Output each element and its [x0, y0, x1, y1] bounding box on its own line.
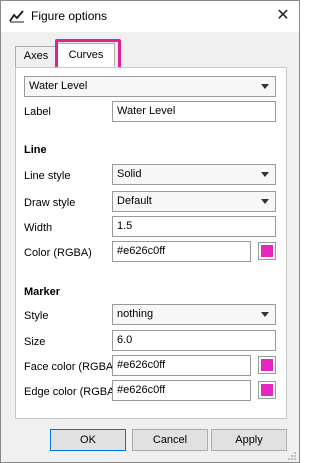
line-color-input[interactable]: #e626c0ff [112, 241, 251, 262]
resize-grip-icon[interactable] [287, 451, 297, 461]
curve-selector[interactable]: Water Level [24, 76, 276, 97]
figure-options-dialog: Figure options ✕ Axes Curves Water Level… [0, 0, 300, 463]
curve-selector-value: Water Level [29, 80, 88, 92]
line-style-select[interactable]: Solid [112, 164, 276, 185]
chevron-down-icon [261, 84, 269, 89]
draw-style-label: Draw style [24, 197, 76, 209]
line-color-swatch-button[interactable] [258, 242, 276, 260]
label-input[interactable]: Water Level [112, 101, 276, 122]
close-button[interactable]: ✕ [271, 4, 295, 28]
curves-panel: Water Level Label Water Level Line Line … [15, 67, 287, 419]
marker-section-title: Marker [24, 286, 61, 298]
line-color-swatch [261, 245, 273, 257]
apply-button[interactable]: Apply [211, 429, 287, 451]
marker-size-input[interactable]: 6.0 [112, 330, 276, 351]
face-color-label: Face color (RGBA) [24, 361, 117, 373]
width-input[interactable]: 1.5 [112, 216, 276, 237]
tab-curves[interactable]: Curves [57, 43, 115, 67]
marker-size-label: Size [24, 336, 46, 348]
edge-color-swatch-button[interactable] [258, 381, 276, 399]
cancel-button[interactable]: Cancel [132, 429, 208, 451]
chart-line-icon [9, 10, 24, 23]
label-input-value: Water Level [117, 105, 176, 117]
edge-color-label: Edge color (RGBA) [24, 386, 119, 398]
window-title: Figure options [31, 9, 108, 23]
marker-style-label: Style [24, 310, 49, 322]
chevron-down-icon [261, 172, 269, 177]
face-color-swatch-button[interactable] [258, 356, 276, 374]
line-style-label: Line style [24, 170, 71, 182]
label-field-label: Label [24, 106, 51, 118]
line-color-label: Color (RGBA) [24, 247, 92, 259]
face-color-input[interactable]: #e626c0ff [112, 355, 251, 376]
ok-button[interactable]: OK [50, 429, 126, 451]
chevron-down-icon [261, 312, 269, 317]
face-color-swatch [261, 359, 273, 371]
line-section-title: Line [24, 144, 47, 156]
width-label: Width [24, 222, 53, 234]
title-bar: Figure options ✕ [1, 1, 299, 32]
marker-style-select[interactable]: nothing [112, 304, 276, 325]
line-style-value: Solid [117, 168, 142, 180]
line-color-value: #e626c0ff [117, 245, 166, 257]
edge-color-swatch [261, 384, 273, 396]
face-color-value: #e626c0ff [117, 359, 166, 371]
edge-color-input[interactable]: #e626c0ff [112, 380, 251, 401]
width-value: 1.5 [117, 220, 133, 232]
chevron-down-icon [261, 199, 269, 204]
marker-size-value: 6.0 [117, 334, 133, 346]
draw-style-value: Default [117, 195, 152, 207]
tab-axes[interactable]: Axes [15, 46, 57, 67]
close-icon: ✕ [276, 7, 290, 24]
marker-style-value: nothing [117, 308, 154, 320]
draw-style-select[interactable]: Default [112, 191, 276, 212]
edge-color-value: #e626c0ff [117, 384, 166, 396]
